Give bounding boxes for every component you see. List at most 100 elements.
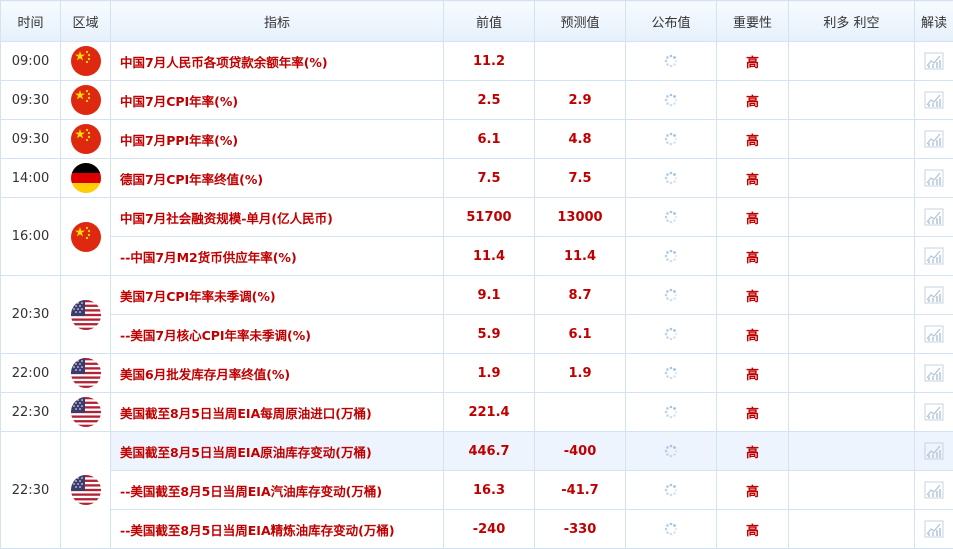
actual-value-cell	[625, 509, 717, 549]
effect-cell	[788, 275, 915, 315]
china-flag	[70, 85, 101, 115]
table-header-row: 时间 区域 指标 前值 预测值 公布值 重要性 利多 利空 解读	[0, 0, 953, 42]
importance-value: 高	[716, 470, 789, 510]
table-row: 09:00 中国7月人民币各项贷款余额年率(%) 11.2 高	[0, 41, 953, 81]
indicator-name[interactable]: 中国7月CPI年率(%)	[110, 80, 444, 120]
forecast-value: -330	[534, 509, 626, 549]
importance-value: 高	[716, 509, 789, 549]
forecast-value: 6.1	[534, 314, 626, 354]
indicator-name[interactable]: 中国7月人民币各项贷款余额年率(%)	[110, 41, 444, 81]
actual-value-cell	[625, 470, 717, 510]
indicator-name[interactable]: --中国7月M2货币供应年率(%)	[110, 236, 444, 276]
table-row: 09:30 中国7月CPI年率(%) 2.5 2.9 高	[0, 80, 953, 120]
china-flag	[70, 221, 101, 252]
col-read-header: 解读	[914, 0, 953, 42]
actual-value-cell	[625, 353, 717, 393]
chart-analysis-icon[interactable]	[924, 208, 944, 226]
region-cell	[60, 158, 111, 198]
read-cell[interactable]	[914, 353, 953, 393]
read-cell[interactable]	[914, 80, 953, 120]
chart-analysis-icon[interactable]	[924, 403, 944, 421]
col-region-header: 区域	[60, 0, 111, 42]
indicator-name[interactable]: --美国7月核心CPI年率未季调(%)	[110, 314, 444, 354]
chart-analysis-icon[interactable]	[924, 91, 944, 109]
effect-cell	[788, 80, 915, 120]
forecast-value	[534, 392, 626, 432]
indicator-name[interactable]: 美国截至8月5日当周EIA原油库存变动(万桶)	[110, 431, 444, 471]
read-cell[interactable]	[914, 275, 953, 315]
read-cell[interactable]	[914, 392, 953, 432]
indicator-name[interactable]: 美国截至8月5日当周EIA每周原油进口(万桶)	[110, 392, 444, 432]
chart-analysis-icon[interactable]	[924, 52, 944, 70]
chart-analysis-icon[interactable]	[924, 481, 944, 499]
indicator-name[interactable]: 美国6月批发库存月率终值(%)	[110, 353, 444, 393]
actual-value-cell	[625, 275, 717, 315]
indicator-name[interactable]: 中国7月社会融资规模-单月(亿人民币)	[110, 197, 444, 237]
forecast-value: 7.5	[534, 158, 626, 198]
event-time: 09:30	[0, 119, 61, 159]
read-cell[interactable]	[914, 509, 953, 549]
read-cell[interactable]	[914, 197, 953, 237]
loading-spinner-icon	[664, 171, 678, 186]
importance-value: 高	[716, 197, 789, 237]
event-time: 22:30	[0, 431, 61, 549]
loading-spinner-icon	[664, 210, 678, 225]
china-flag	[70, 46, 101, 76]
event-time: 22:30	[0, 392, 61, 432]
loading-spinner-icon	[664, 288, 678, 303]
read-cell[interactable]	[914, 41, 953, 81]
event-time: 22:00	[0, 353, 61, 393]
chart-analysis-icon[interactable]	[924, 247, 944, 265]
actual-value-cell	[625, 314, 717, 354]
actual-value-cell	[625, 197, 717, 237]
loading-spinner-icon	[664, 327, 678, 342]
col-forecast-header: 预测值	[534, 0, 626, 42]
chart-analysis-icon[interactable]	[924, 169, 944, 187]
effect-cell	[788, 197, 915, 237]
region-cell	[60, 353, 111, 393]
chart-analysis-icon[interactable]	[924, 325, 944, 343]
loading-spinner-icon	[664, 54, 678, 69]
col-actual-header: 公布值	[625, 0, 717, 42]
chart-analysis-icon[interactable]	[924, 364, 944, 382]
forecast-value: 13000	[534, 197, 626, 237]
table-row: --中国7月M2货币供应年率(%) 11.4 11.4 高	[1, 236, 953, 276]
table-row: 22:30 美国截至8月5日当周EIA每周原油进口(万桶) 221.4 高	[0, 392, 953, 432]
effect-cell	[788, 119, 915, 159]
loading-spinner-icon	[664, 522, 678, 537]
actual-value-cell	[625, 158, 717, 198]
indicator-name[interactable]: 德国7月CPI年率终值(%)	[110, 158, 444, 198]
forecast-value: 4.8	[534, 119, 626, 159]
usa-flag	[70, 358, 101, 388]
read-cell[interactable]	[914, 158, 953, 198]
indicator-name[interactable]: --美国截至8月5日当周EIA汽油库存变动(万桶)	[110, 470, 444, 510]
table-row: --美国7月核心CPI年率未季调(%) 5.9 6.1 高	[1, 314, 953, 354]
read-cell[interactable]	[914, 314, 953, 354]
event-time: 14:00	[0, 158, 61, 198]
read-cell[interactable]	[914, 236, 953, 276]
indicator-name[interactable]: 美国7月CPI年率未季调(%)	[110, 275, 444, 315]
chart-analysis-icon[interactable]	[924, 130, 944, 148]
effect-cell	[788, 431, 915, 471]
importance-value: 高	[716, 41, 789, 81]
region-cell	[60, 275, 111, 354]
chart-analysis-icon[interactable]	[924, 520, 944, 538]
read-cell[interactable]	[914, 470, 953, 510]
effect-cell	[788, 158, 915, 198]
chart-analysis-icon[interactable]	[924, 442, 944, 460]
indicator-name[interactable]: 中国7月PPI年率(%)	[110, 119, 444, 159]
region-cell	[60, 197, 111, 276]
loading-spinner-icon	[664, 444, 678, 459]
event-time: 20:30	[0, 275, 61, 354]
table-row: 14:00 德国7月CPI年率终值(%) 7.5 7.5 高	[0, 158, 953, 198]
forecast-value: -41.7	[534, 470, 626, 510]
read-cell[interactable]	[914, 119, 953, 159]
previous-value: 16.3	[443, 470, 535, 510]
importance-value: 高	[716, 119, 789, 159]
chart-analysis-icon[interactable]	[924, 286, 944, 304]
indicator-name[interactable]: --美国截至8月5日当周EIA精炼油库存变动(万桶)	[110, 509, 444, 549]
loading-spinner-icon	[664, 93, 678, 108]
region-cell	[60, 392, 111, 432]
read-cell[interactable]	[914, 431, 953, 471]
previous-value: 1.9	[443, 353, 535, 393]
